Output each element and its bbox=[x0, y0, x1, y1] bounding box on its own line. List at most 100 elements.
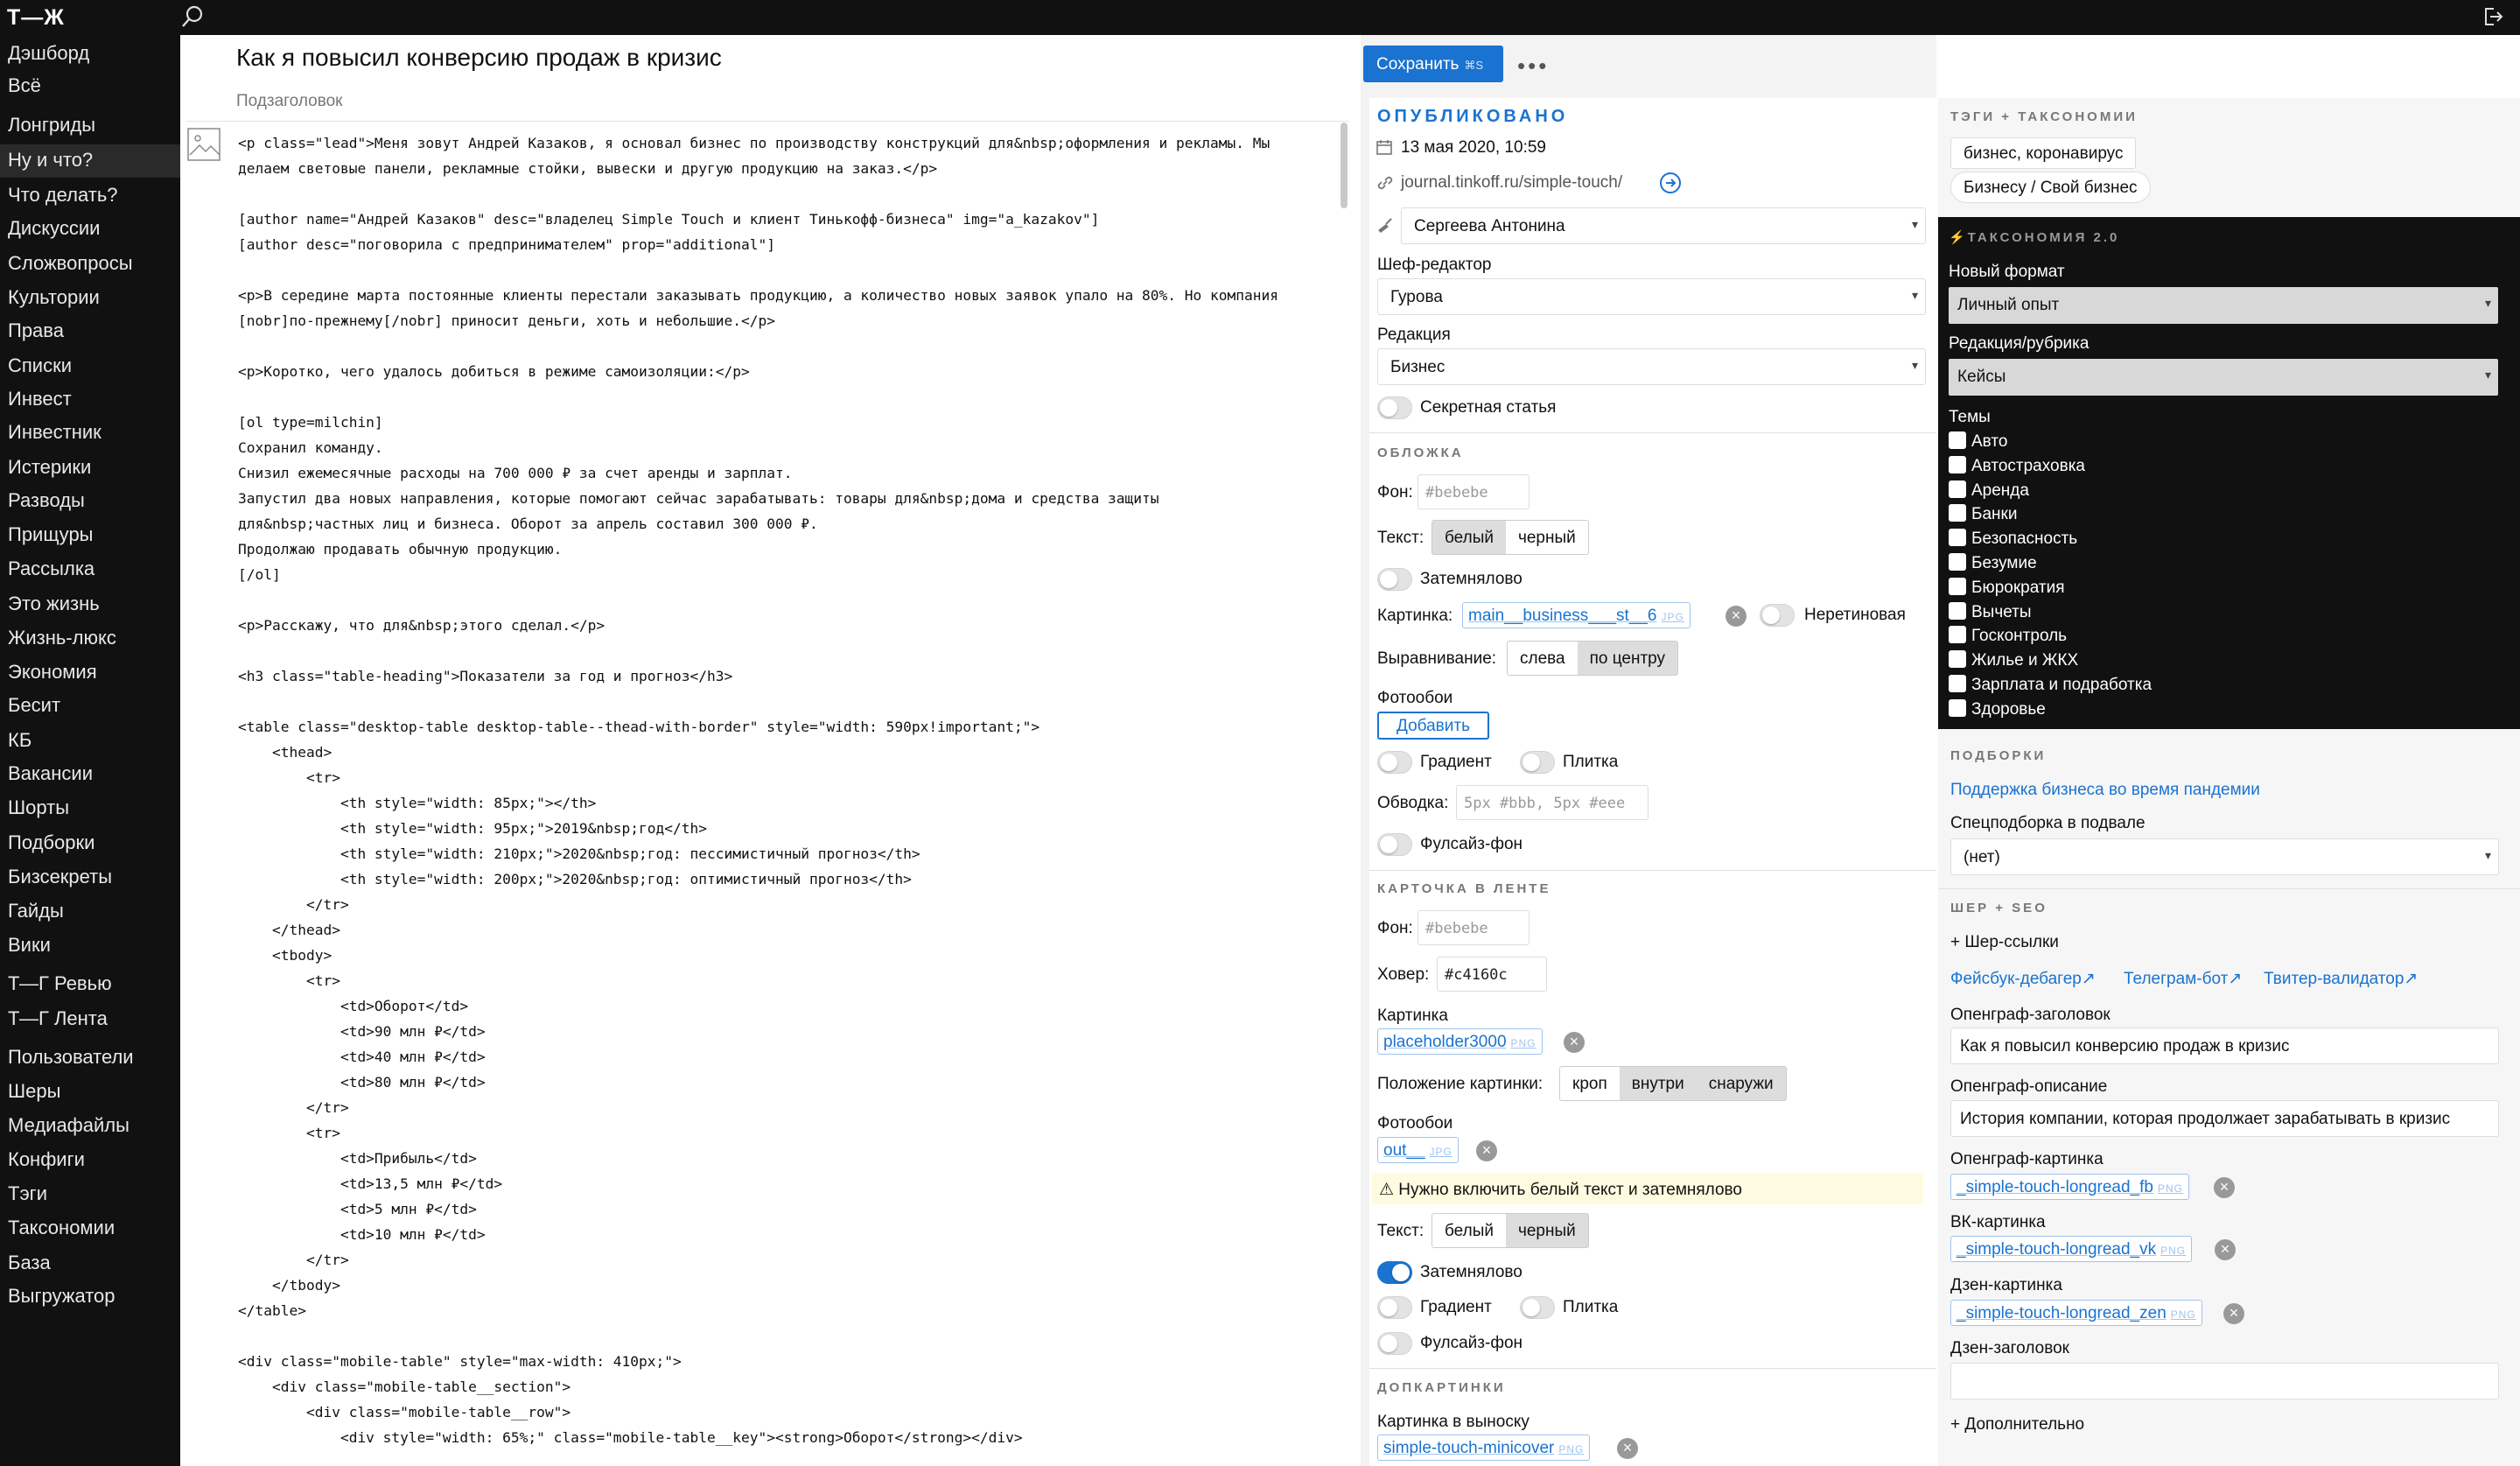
remove-icon[interactable]: × bbox=[2214, 1177, 2235, 1198]
sidebar-item[interactable]: Т—Г Лента bbox=[8, 1007, 108, 1030]
sidebar-item[interactable]: Инвест bbox=[8, 388, 72, 410]
checkbox-icon[interactable] bbox=[1949, 553, 1966, 571]
vk-pic-file[interactable]: _simple-touch-longread_vk PNG bbox=[1950, 1236, 2193, 1262]
align-left[interactable]: слева bbox=[1508, 642, 1578, 675]
article-title[interactable]: Как я повысил конверсию продаж в кризис bbox=[236, 44, 722, 72]
subtitle-input[interactable]: Подзаголовок bbox=[236, 92, 342, 111]
cover-gradient-toggle[interactable] bbox=[1377, 751, 1412, 774]
theme-checkbox[interactable]: Здоровье bbox=[1949, 698, 2046, 719]
remove-icon[interactable]: × bbox=[2223, 1303, 2244, 1324]
cover-text-black[interactable]: черный bbox=[1505, 521, 1588, 554]
footer-collection-select[interactable]: (нет) bbox=[1950, 838, 2499, 875]
sidebar-item[interactable]: Права bbox=[8, 319, 64, 342]
sidebar-item[interactable]: Лонгриды bbox=[8, 114, 95, 137]
telegram-bot-link[interactable]: Телеграм-бот↗ bbox=[2124, 969, 2242, 989]
og-pic-file[interactable]: _simple-touch-longread_fb PNG bbox=[1950, 1174, 2189, 1200]
checkbox-icon[interactable] bbox=[1949, 698, 1966, 717]
sidebar-item[interactable]: Что делать? bbox=[8, 184, 118, 207]
checkbox-icon[interactable] bbox=[1949, 577, 1966, 595]
sidebar-item[interactable]: Бизсекреты bbox=[8, 866, 112, 888]
rubric-select[interactable]: Кейсы bbox=[1949, 359, 2498, 396]
align-center[interactable]: по центру bbox=[1578, 642, 1677, 675]
sidebar-item[interactable]: Шорты bbox=[8, 796, 69, 819]
sidebar-item[interactable]: Таксономии bbox=[8, 1217, 115, 1239]
card-darken-toggle[interactable] bbox=[1377, 1261, 1412, 1284]
cover-text-toggle[interactable]: белый черный bbox=[1432, 520, 1589, 555]
og-title-input[interactable]: Как я повысил конверсию продаж в кризис bbox=[1950, 1028, 2499, 1064]
edition-select[interactable]: Бизнес bbox=[1377, 348, 1926, 385]
more-settings-toggle[interactable]: + Дополнительно bbox=[1950, 1415, 2084, 1434]
sidebar-item[interactable]: Инвестник bbox=[8, 421, 102, 444]
sidebar-item[interactable]: Вакансии bbox=[8, 762, 93, 785]
sidebar-item[interactable]: Подборки bbox=[8, 831, 94, 854]
sidebar-item[interactable]: Дэшборд bbox=[8, 42, 89, 65]
sidebar-item[interactable]: Шеры bbox=[8, 1080, 60, 1103]
sidebar-item[interactable]: База bbox=[8, 1252, 51, 1274]
logo[interactable]: Т—Ж bbox=[7, 5, 65, 31]
sidebar-item[interactable]: Рассылка bbox=[8, 558, 94, 580]
facebook-debugger-link[interactable]: Фейсбук-дебагер↗ bbox=[1950, 969, 2096, 989]
code-editor[interactable]: <p class="lead">Меня зовут Андрей Казако… bbox=[238, 130, 1278, 1450]
pos-outside[interactable]: снаружи bbox=[1697, 1067, 1786, 1100]
stroke-input[interactable]: 5px #bbb, 5px #eee bbox=[1456, 785, 1648, 820]
pos-toggle[interactable]: кроп внутри снаружи bbox=[1559, 1066, 1787, 1101]
theme-checkbox[interactable]: Аренда bbox=[1949, 480, 2029, 501]
nonretina-toggle[interactable] bbox=[1760, 604, 1795, 627]
twitter-validator-link[interactable]: Твитер-валидатор↗ bbox=[2264, 969, 2418, 989]
open-link-icon[interactable] bbox=[1659, 172, 1682, 194]
save-button[interactable]: Сохранить ⌘S bbox=[1363, 46, 1503, 82]
checkbox-icon[interactable] bbox=[1949, 650, 1966, 669]
card-wallpaper-file[interactable]: out__ JPG bbox=[1377, 1137, 1459, 1163]
sidebar-item[interactable]: Сложвопросы bbox=[8, 252, 133, 275]
checkbox-icon[interactable] bbox=[1949, 504, 1966, 523]
og-desc-input[interactable]: История компании, которая продолжает зар… bbox=[1950, 1100, 2499, 1137]
remove-icon[interactable]: × bbox=[1476, 1140, 1497, 1161]
align-toggle[interactable]: слева по центру bbox=[1507, 641, 1679, 676]
article-url[interactable]: journal.tinkoff.ru/simple-touch/ bbox=[1401, 173, 1622, 193]
checkbox-icon[interactable] bbox=[1949, 529, 1966, 547]
sidebar-item[interactable]: Выгружатор bbox=[8, 1285, 116, 1308]
checkbox-icon[interactable] bbox=[1949, 431, 1966, 449]
search-icon[interactable] bbox=[179, 4, 206, 30]
theme-checkbox[interactable]: Авто bbox=[1949, 431, 2007, 452]
theme-checkbox[interactable]: Вычеты bbox=[1949, 601, 2032, 622]
cover-bg-input[interactable]: #bebebe bbox=[1418, 474, 1530, 509]
cover-pic-file[interactable]: main__business___st__6 JPG bbox=[1462, 602, 1690, 628]
logout-icon[interactable] bbox=[2482, 5, 2504, 28]
theme-checkbox[interactable]: Безумие bbox=[1949, 553, 2037, 573]
sidebar-item[interactable]: Тэги bbox=[8, 1182, 47, 1205]
pos-inside[interactable]: внутри bbox=[1620, 1067, 1697, 1100]
rubric-tag[interactable]: Бизнесу / Свой бизнес bbox=[1950, 172, 2151, 203]
theme-checkbox[interactable]: Госконтроль bbox=[1949, 626, 2067, 646]
remove-icon[interactable]: × bbox=[1726, 606, 1746, 627]
publish-date[interactable]: 13 мая 2020, 10:59 bbox=[1401, 138, 1546, 158]
cover-text-white[interactable]: белый bbox=[1432, 521, 1506, 554]
sidebar-item[interactable]: Истерики bbox=[8, 456, 91, 479]
card-bg-input[interactable]: #bebebe bbox=[1418, 910, 1530, 945]
cover-darken-toggle[interactable] bbox=[1377, 568, 1412, 591]
remove-icon[interactable]: × bbox=[2215, 1239, 2236, 1260]
more-menu-button[interactable]: ••• bbox=[1517, 53, 1549, 80]
sidebar-item[interactable]: Культории bbox=[8, 286, 100, 309]
sidebar-item[interactable]: Т—Г Ревью bbox=[8, 972, 112, 995]
theme-checkbox[interactable]: Автостраховка bbox=[1949, 455, 2085, 476]
remove-icon[interactable]: × bbox=[1617, 1438, 1638, 1459]
sidebar-item[interactable]: Пользователи bbox=[8, 1046, 134, 1069]
sidebar-item[interactable]: Конфиги bbox=[8, 1148, 85, 1171]
sidebar-item[interactable]: Экономия bbox=[8, 661, 97, 684]
sidebar-item[interactable]: Всё bbox=[8, 74, 41, 97]
zen-title-input[interactable] bbox=[1950, 1363, 2499, 1399]
sidebar-item[interactable]: Списки bbox=[8, 354, 72, 377]
cover-tile-toggle[interactable] bbox=[1520, 751, 1555, 774]
card-tile-toggle[interactable] bbox=[1520, 1296, 1555, 1319]
checkbox-icon[interactable] bbox=[1949, 675, 1966, 692]
add-wallpaper-button[interactable]: Добавить bbox=[1377, 712, 1489, 740]
image-icon[interactable] bbox=[186, 127, 221, 162]
card-text-toggle[interactable]: белый черный bbox=[1432, 1213, 1589, 1248]
sidebar-item[interactable]: Ну и что? bbox=[8, 149, 93, 172]
secret-toggle[interactable] bbox=[1377, 396, 1412, 419]
card-gradient-toggle[interactable] bbox=[1377, 1296, 1412, 1319]
pos-crop[interactable]: кроп bbox=[1560, 1067, 1620, 1100]
sidebar-item[interactable]: Бесит bbox=[8, 694, 60, 717]
zen-pic-file[interactable]: _simple-touch-longread_zen PNG bbox=[1950, 1300, 2202, 1326]
